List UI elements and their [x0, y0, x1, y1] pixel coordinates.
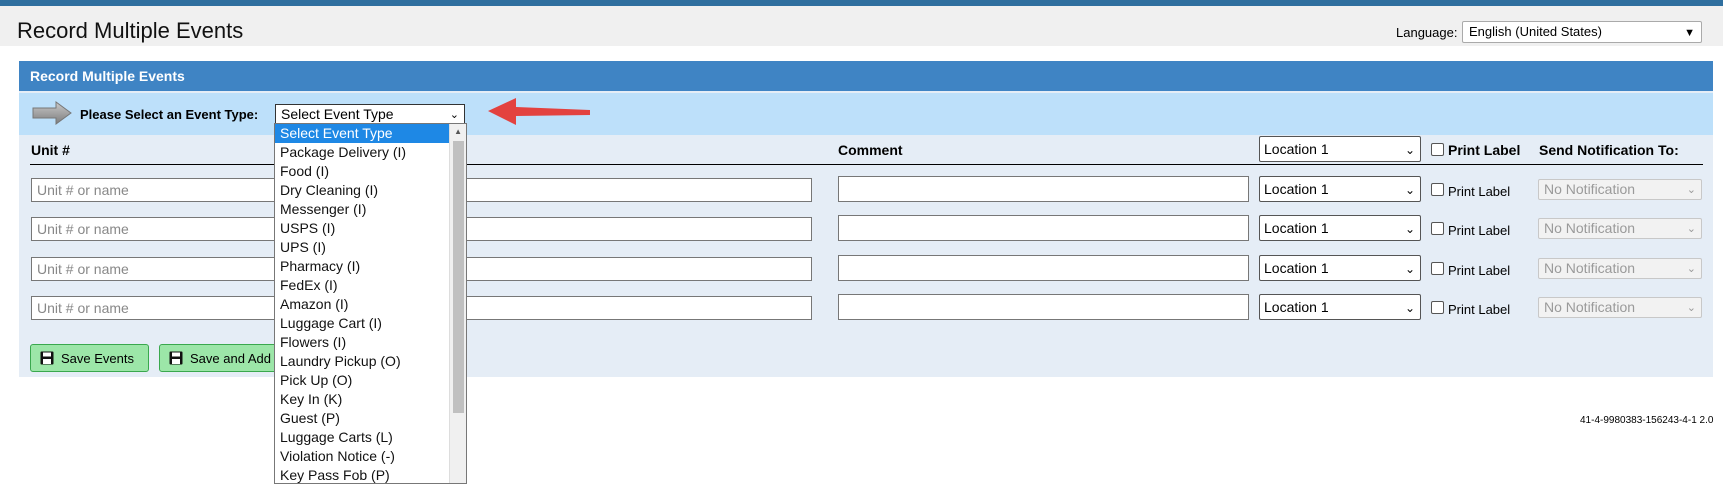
dropdown-option[interactable]: Pharmacy (I): [275, 257, 466, 276]
unit-placeholder: Unit # or name: [37, 261, 129, 277]
print-label-all-checkbox[interactable]: [1431, 143, 1444, 156]
floppy-disk-icon: [169, 351, 183, 365]
dropdown-option[interactable]: Messenger (I): [275, 200, 466, 219]
chevron-down-icon: ⌄: [449, 109, 459, 121]
dropdown-scrollbar[interactable]: ▲: [449, 124, 466, 483]
unit-header: Unit #: [31, 142, 70, 158]
dropdown-option[interactable]: Guest (P): [275, 409, 466, 428]
panel-title: Record Multiple Events: [19, 61, 1713, 91]
chevron-down-icon: ⌄: [1404, 222, 1415, 236]
language-label: Language:: [1396, 25, 1458, 40]
chevron-down-icon: ▼: [1684, 27, 1695, 39]
unit-placeholder: Unit # or name: [37, 182, 129, 198]
notification-select-4[interactable]: No Notification ⌄: [1538, 297, 1702, 318]
save-events-button[interactable]: Save Events: [30, 344, 149, 372]
print-label-checkbox-2[interactable]: [1431, 222, 1444, 235]
location-header-value: Location 1: [1264, 141, 1329, 157]
chevron-down-icon: ⌄: [1404, 262, 1415, 276]
comment-input-4[interactable]: [838, 294, 1249, 320]
print-label-checkbox-3[interactable]: [1431, 262, 1444, 275]
dropdown-option[interactable]: Select Event Type: [275, 124, 466, 143]
comment-header: Comment: [838, 142, 903, 158]
notification-value: No Notification: [1544, 299, 1636, 315]
print-label-text: Print Label: [1448, 263, 1511, 278]
chevron-down-icon: ⌄: [1404, 301, 1415, 315]
notification-select-3[interactable]: No Notification ⌄: [1538, 258, 1702, 279]
language-value: English (United States): [1469, 24, 1602, 39]
chevron-down-icon: ⌄: [1404, 143, 1415, 157]
dropdown-option[interactable]: Flowers (I): [275, 333, 466, 352]
unit-placeholder: Unit # or name: [37, 300, 129, 316]
comment-input-1[interactable]: [838, 176, 1249, 202]
notification-value: No Notification: [1544, 181, 1636, 197]
chevron-down-icon: ⌄: [1686, 184, 1696, 196]
print-label-checkbox-4[interactable]: [1431, 301, 1444, 314]
notification-select-2[interactable]: No Notification ⌄: [1538, 218, 1702, 239]
chevron-down-icon: ⌄: [1686, 302, 1696, 314]
page-header: Record Multiple Events Language: English…: [0, 6, 1723, 46]
save-events-label: Save Events: [61, 351, 134, 366]
event-type-dropdown-list[interactable]: Select Event Type Package Delivery (I) F…: [274, 123, 467, 484]
notification-value: No Notification: [1544, 220, 1636, 236]
dropdown-option[interactable]: Violation Notice (-): [275, 447, 466, 466]
print-label-checkbox-1[interactable]: [1431, 183, 1444, 196]
location-select-2[interactable]: Location 1 ⌄: [1259, 215, 1421, 241]
location-header-select[interactable]: Location 1 ⌄: [1259, 136, 1421, 162]
event-type-value: Select Event Type: [281, 106, 394, 122]
dropdown-option[interactable]: FedEx (I): [275, 276, 466, 295]
gray-arrow-icon: [32, 101, 72, 125]
red-arrow-icon: [488, 98, 590, 125]
scrollbar-thumb[interactable]: [453, 141, 464, 413]
dropdown-option[interactable]: Key In (K): [275, 390, 466, 409]
dropdown-option[interactable]: Luggage Cart (I): [275, 314, 466, 333]
save-and-add-label: Save and Add: [190, 351, 271, 366]
location-value: Location 1: [1264, 299, 1329, 315]
chevron-down-icon: ⌄: [1686, 223, 1696, 235]
notification-select-1[interactable]: No Notification ⌄: [1538, 179, 1702, 200]
location-select-4[interactable]: Location 1 ⌄: [1259, 294, 1421, 320]
floppy-disk-icon: [40, 351, 54, 365]
print-label-text: Print Label: [1448, 184, 1511, 199]
dropdown-option[interactable]: USPS (I): [275, 219, 466, 238]
page-title: Record Multiple Events: [17, 18, 244, 43]
save-and-add-button[interactable]: Save and Add: [159, 344, 284, 372]
scroll-up-icon[interactable]: ▲: [454, 127, 462, 136]
location-value: Location 1: [1264, 260, 1329, 276]
dropdown-option[interactable]: UPS (I): [275, 238, 466, 257]
dropdown-option[interactable]: Package Delivery (I): [275, 143, 466, 162]
event-type-label: Please Select an Event Type:: [80, 107, 259, 122]
chevron-down-icon: ⌄: [1686, 263, 1696, 275]
dropdown-option[interactable]: Laundry Pickup (O): [275, 352, 466, 371]
print-label-header: Print Label: [1448, 142, 1521, 158]
language-select[interactable]: English (United States) ▼: [1462, 21, 1702, 43]
dropdown-option[interactable]: Key Pass Fob (P): [275, 466, 466, 483]
notification-value: No Notification: [1544, 260, 1636, 276]
dropdown-option[interactable]: Amazon (I): [275, 295, 466, 314]
dropdown-option[interactable]: Luggage Carts (L): [275, 428, 466, 447]
location-select-3[interactable]: Location 1 ⌄: [1259, 255, 1421, 281]
location-value: Location 1: [1264, 220, 1329, 236]
event-type-select[interactable]: Select Event Type ⌄: [275, 104, 465, 124]
build-code: 41-4-9980383-156243-4-1 2.0: [1580, 415, 1714, 426]
unit-placeholder: Unit # or name: [37, 221, 129, 237]
location-value: Location 1: [1264, 181, 1329, 197]
location-select-1[interactable]: Location 1 ⌄: [1259, 176, 1421, 202]
dropdown-option[interactable]: Food (I): [275, 162, 466, 181]
comment-input-3[interactable]: [838, 255, 1249, 281]
comment-input-2[interactable]: [838, 215, 1249, 241]
print-label-text: Print Label: [1448, 302, 1511, 317]
chevron-down-icon: ⌄: [1404, 183, 1415, 197]
dropdown-option[interactable]: Dry Cleaning (I): [275, 181, 466, 200]
print-label-text: Print Label: [1448, 223, 1511, 238]
dropdown-option[interactable]: Pick Up (O): [275, 371, 466, 390]
send-notification-header: Send Notification To:: [1539, 142, 1679, 158]
